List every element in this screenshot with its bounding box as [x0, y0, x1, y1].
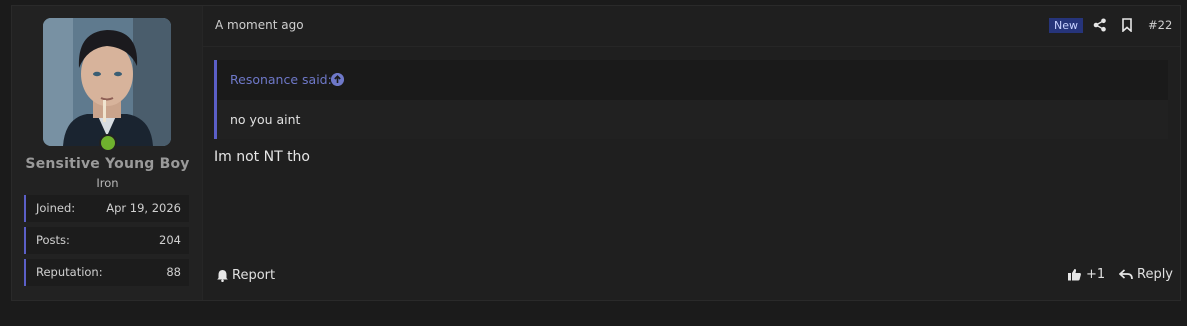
quote-text: no you aint [230, 112, 301, 127]
like-count: +1 [1086, 267, 1106, 282]
arrow-up-circle-icon[interactable] [331, 73, 344, 86]
share-icon[interactable] [1093, 18, 1107, 32]
bookmark-icon[interactable] [1120, 18, 1134, 32]
reply-label: Reply [1137, 267, 1174, 282]
post-timestamp[interactable]: A moment ago [215, 18, 304, 32]
quote-header: Resonance said: [217, 60, 1168, 100]
stat-label: Joined: [36, 201, 76, 215]
reply-arrow-icon [1119, 269, 1133, 280]
stat-label: Posts: [36, 233, 70, 247]
post-message: Im not NT tho [214, 149, 310, 165]
new-badge: New [1049, 18, 1083, 33]
post-header: A moment ago New #22 [203, 6, 1180, 47]
report-button[interactable]: Report [216, 267, 275, 283]
username[interactable]: Sensitive Young Boy [12, 156, 203, 172]
report-label: Report [232, 267, 276, 283]
user-title: Iron [96, 176, 119, 190]
like-button[interactable]: +1 [1067, 267, 1105, 282]
online-status-icon [99, 134, 117, 152]
stat-joined: Joined: Apr 19, 2026 [24, 195, 189, 222]
post-main: A moment ago New #22 Resonance said: no … [203, 6, 1180, 300]
thumbs-up-icon [1068, 268, 1081, 281]
avatar-container[interactable] [43, 18, 171, 152]
stat-value: 88 [166, 265, 181, 279]
reply-button[interactable]: Reply [1119, 267, 1173, 282]
quote-author-link[interactable]: Resonance said: [230, 72, 332, 87]
stat-posts: Posts: 204 [24, 227, 189, 254]
post-number-link[interactable]: #22 [1148, 18, 1172, 32]
bell-icon [217, 269, 228, 282]
quote-body: no you aint [217, 100, 1168, 139]
stat-value: 204 [159, 233, 181, 247]
stat-reputation: Reputation: 88 [24, 259, 189, 286]
user-info-column: Sensitive Young Boy Iron Joined: Apr 19,… [12, 6, 203, 300]
forum-post: Sensitive Young Boy Iron Joined: Apr 19,… [11, 5, 1181, 301]
stat-label: Reputation: [36, 265, 103, 279]
quote-block: Resonance said: no you aint [214, 60, 1168, 139]
stat-value: Apr 19, 2026 [106, 201, 181, 215]
avatar-portrait [43, 18, 171, 146]
avatar[interactable] [43, 18, 171, 146]
